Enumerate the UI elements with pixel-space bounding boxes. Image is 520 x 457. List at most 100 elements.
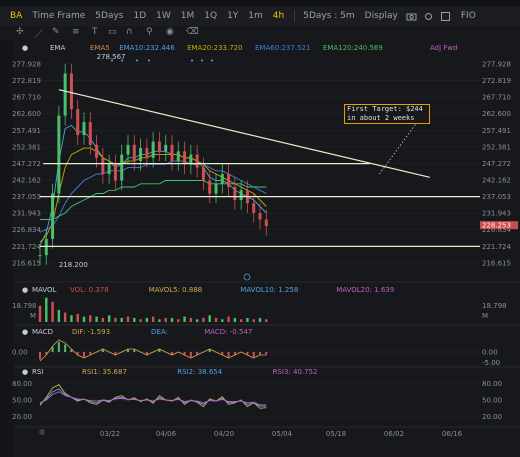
macd-histogram-bar <box>57 342 60 352</box>
candle-body <box>157 141 161 152</box>
ema-legend-3: EMA60:237.521 <box>255 44 310 52</box>
volume-bar <box>239 319 243 322</box>
macd-histogram-bar <box>227 352 230 357</box>
candle-body <box>88 122 92 145</box>
date-tick: 05/04 <box>272 430 293 438</box>
volume-bar <box>214 317 218 322</box>
price-tick-right: 247.272 <box>482 160 511 168</box>
volume-bar <box>63 312 67 322</box>
volume-bar <box>265 319 268 322</box>
price-tick-left: 231.943 <box>12 210 41 218</box>
macd-histogram-bar <box>51 347 54 352</box>
candle-body <box>145 148 149 158</box>
macd-histogram-bar <box>127 349 129 352</box>
candle-body <box>195 154 199 168</box>
candle-body <box>170 144 174 162</box>
volume-bar <box>51 301 54 322</box>
volume-axis-left: 18.798 <box>12 302 37 310</box>
moon-icon[interactable] <box>39 429 45 435</box>
candle-body <box>57 115 61 194</box>
candle-body <box>239 190 243 200</box>
price-tick-left: 277.928 <box>12 60 41 68</box>
rsi-name: RSI <box>32 368 43 376</box>
candle-body <box>113 164 117 181</box>
macd-name: MACD <box>32 328 53 336</box>
price-tick-right: 237.053 <box>482 193 511 201</box>
last-price-value: 228.253 <box>482 222 511 230</box>
volume-bar <box>177 319 180 322</box>
candle-body <box>227 174 231 188</box>
ema-legend-2: EMA20:233.720 <box>187 44 242 52</box>
candle-body <box>183 151 187 165</box>
macd-histogram-bar <box>158 349 161 352</box>
ema-legend-1: EMA10:232.446 <box>119 44 175 52</box>
candle-body <box>176 151 180 162</box>
rsi-legend-2: RSI3: 40.752 <box>273 368 318 376</box>
candle-body <box>44 238 48 256</box>
rsi-axis-left: 80.00 <box>12 380 32 388</box>
volume-bar <box>139 319 142 322</box>
macd-histogram-bar <box>246 352 249 355</box>
macd-histogram-bar <box>221 352 224 355</box>
macd-histogram-bar <box>265 352 268 355</box>
candle-body <box>120 154 124 181</box>
ema-name: EMA <box>50 44 65 52</box>
date-tick: 06/02 <box>384 430 404 438</box>
volume-bar <box>258 317 262 322</box>
annotation-line-1: First Target: $244 <box>347 105 423 113</box>
candle-body <box>76 109 80 136</box>
rsi-axis-left: 20.00 <box>12 413 32 421</box>
macd-histogram-bar <box>252 352 255 357</box>
event-dot-icon: • <box>190 57 194 65</box>
price-tick-right: 231.943 <box>482 210 511 218</box>
candle-body <box>132 144 136 162</box>
volume-bar <box>221 319 224 322</box>
volume-unit-right: M <box>482 312 488 320</box>
candle-body <box>201 167 205 181</box>
adj-fwd-label[interactable]: Adj Fwd <box>430 44 457 52</box>
price-tick-right: 216.615 <box>482 259 511 267</box>
volume-bar <box>38 305 42 322</box>
candle-body <box>214 183 218 194</box>
candle-body <box>264 219 268 226</box>
volume-unit-left: M <box>30 312 36 320</box>
candle-body <box>69 73 73 110</box>
rsi-line-rsi1 <box>39 384 267 409</box>
volume-bar <box>183 316 186 322</box>
candle-body <box>82 122 86 136</box>
volume-bar <box>252 319 255 322</box>
price-tick-left: 252.381 <box>12 143 41 151</box>
target-annotation[interactable]: First Target: $244 in about 2 weeks <box>344 104 430 124</box>
volume-bar <box>227 316 230 322</box>
candle-body <box>220 174 224 184</box>
price-tick-left: 237.053 <box>12 193 41 201</box>
macd-legend-0: DIF: -1.593 <box>72 328 110 336</box>
event-dot-icon: • <box>120 57 124 65</box>
macd-histogram-bar <box>83 352 85 357</box>
macd-legend-1: DEA: <box>151 328 168 336</box>
date-tick: 04/06 <box>156 430 177 438</box>
candle-body <box>107 164 111 175</box>
volume-axis-right: 18.798 <box>482 302 507 310</box>
candle-body <box>252 203 256 213</box>
rsi-axis-right: 20.00 <box>482 413 502 421</box>
volume-bar <box>76 313 79 322</box>
mavol-legend-1: MAVOL5: 0.888 <box>149 286 203 294</box>
candle-body <box>63 73 67 116</box>
volume-bar <box>89 315 92 322</box>
macd-histogram-bar <box>183 352 186 355</box>
macd-histogram-bar <box>114 352 117 355</box>
volume-bar <box>189 317 193 322</box>
price-tick-right: 221.724 <box>482 243 511 251</box>
chart-canvas[interactable]: 277.928 277.928 272.819 272.819 267.710 267.7… <box>0 0 520 457</box>
volume-bar <box>151 316 155 322</box>
volume-bar <box>101 317 105 322</box>
volume-bar <box>208 315 211 322</box>
mavol-bullet: ● <box>22 286 28 294</box>
volume-bar <box>195 319 199 322</box>
rsi-axis-left: 50.00 <box>12 397 32 405</box>
price-tick-right: 267.710 <box>482 94 511 102</box>
mavol-legend-0: VOL: 0.378 <box>70 286 109 294</box>
candle-body <box>151 141 155 158</box>
volume-bar <box>164 317 167 322</box>
